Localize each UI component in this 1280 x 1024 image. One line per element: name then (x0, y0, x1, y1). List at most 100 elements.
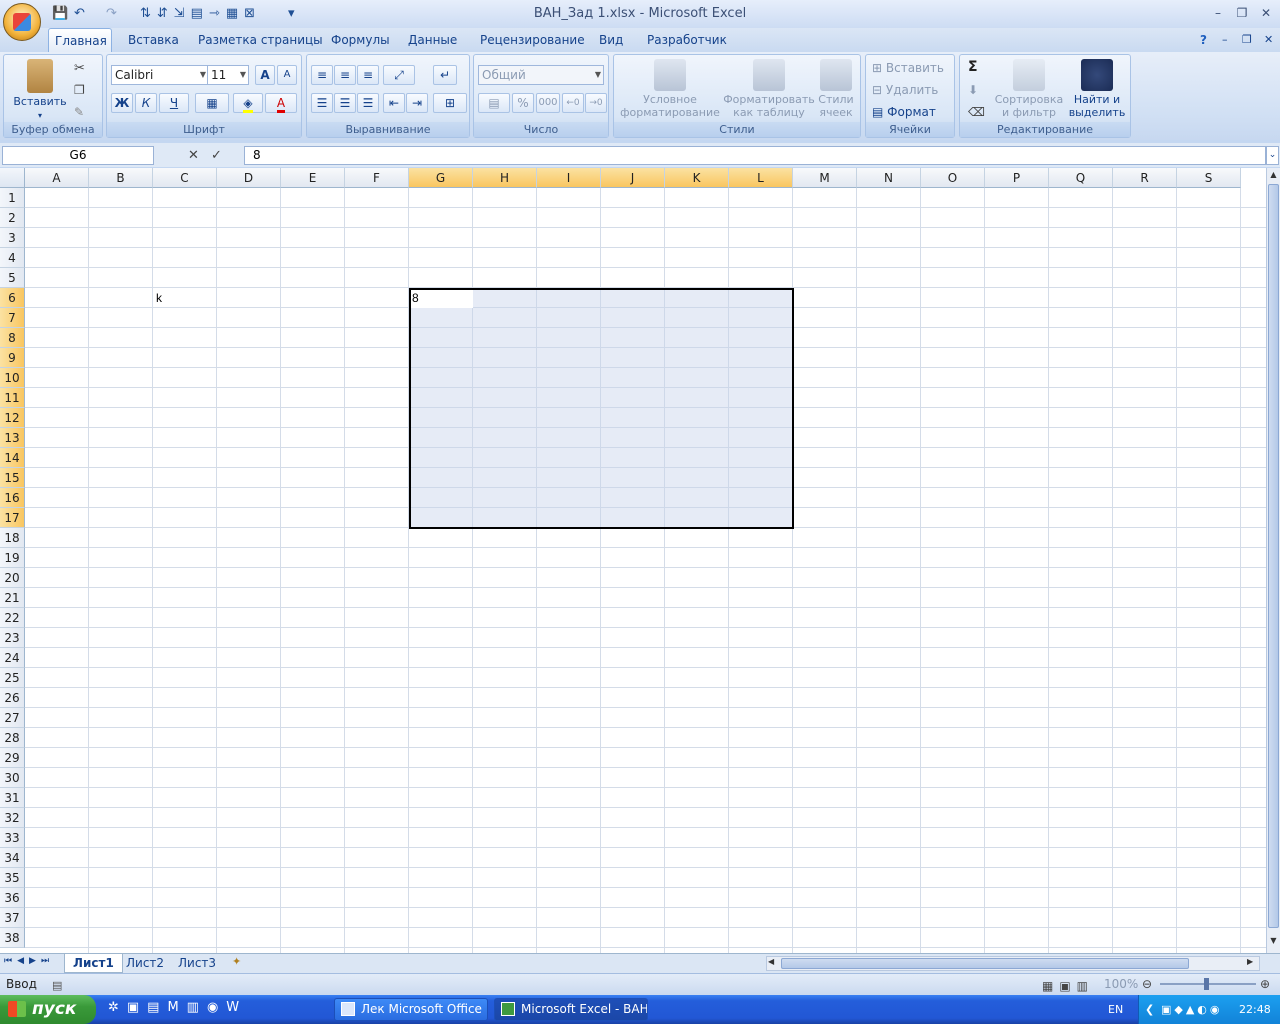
scroll-right-icon[interactable]: ▶ (1247, 957, 1253, 966)
tray-expand-icon[interactable]: ❮ (1145, 995, 1154, 1024)
zoom-level[interactable]: 100% (1104, 974, 1138, 994)
select-all-corner[interactable] (0, 168, 25, 188)
doc-close-button[interactable]: ✕ (1258, 28, 1279, 52)
macro-record-icon[interactable]: ▤ (52, 976, 62, 996)
cancel-icon[interactable]: ✕ (188, 148, 199, 163)
scroll-left-icon[interactable]: ◀ (768, 957, 774, 966)
delete-cells-button[interactable]: ⊟ Удалить (872, 83, 938, 97)
sheet-tab-2[interactable]: Лист2 (118, 954, 172, 973)
row-header-28[interactable]: 28 (0, 728, 25, 748)
sheet-tab-1[interactable]: Лист1 (64, 954, 123, 973)
vertical-scrollbar[interactable]: ▲ ▼ (1266, 168, 1280, 953)
decrease-indent-button[interactable]: ⇤ (383, 93, 405, 113)
font-color-button[interactable]: A (265, 93, 297, 113)
row-header-35[interactable]: 35 (0, 868, 25, 888)
row-header-33[interactable]: 33 (0, 828, 25, 848)
column-header-l[interactable]: L (729, 168, 793, 188)
row-header-37[interactable]: 37 (0, 908, 25, 928)
start-button[interactable]: пуск (0, 995, 96, 1024)
column-header-e[interactable]: E (281, 168, 345, 188)
tab-insert[interactable]: Вставка (122, 28, 185, 52)
redo-icon[interactable]: ↷ (106, 5, 117, 23)
insert-sheet-icon[interactable]: ✦ (232, 955, 241, 968)
row-header-9[interactable]: 9 (0, 348, 25, 368)
autosum-button[interactable]: Σ (968, 59, 978, 75)
row-header-12[interactable]: 12 (0, 408, 25, 428)
undo-icon[interactable]: ↶ (74, 5, 85, 23)
qat-customize-icon[interactable]: ▾ (288, 5, 295, 23)
decrease-decimal-button[interactable]: →0 (585, 93, 607, 113)
row-header-20[interactable]: 20 (0, 568, 25, 588)
row-header-34[interactable]: 34 (0, 848, 25, 868)
row-header-24[interactable]: 24 (0, 648, 25, 668)
row-header-7[interactable]: 7 (0, 308, 25, 328)
formula-input[interactable]: 8 (244, 146, 1266, 165)
zoom-slider-thumb[interactable] (1204, 978, 1209, 990)
qat-sort-icons[interactable]: ⇅⇵⇲▤⇾▦⊠ (140, 5, 261, 23)
column-header-d[interactable]: D (217, 168, 281, 188)
row-header-14[interactable]: 14 (0, 448, 25, 468)
format-as-table-button[interactable]: Форматировать как таблицу (722, 59, 816, 119)
row-header-21[interactable]: 21 (0, 588, 25, 608)
minimize-button[interactable]: – (1207, 5, 1229, 21)
format-painter-icon[interactable]: ✎ (74, 105, 84, 119)
horizontal-scrollbar[interactable]: ◀ ▶ (766, 956, 1260, 971)
row-header-19[interactable]: 19 (0, 548, 25, 568)
column-header-a[interactable]: A (25, 168, 89, 188)
doc-restore-button[interactable]: ❐ (1236, 28, 1258, 52)
row-header-22[interactable]: 22 (0, 608, 25, 628)
align-top-button[interactable]: ≡ (311, 65, 333, 85)
tab-formulas[interactable]: Формулы (325, 28, 396, 52)
vertical-scroll-thumb[interactable] (1268, 184, 1279, 928)
column-header-n[interactable]: N (857, 168, 921, 188)
row-header-3[interactable]: 3 (0, 228, 25, 248)
row-header-18[interactable]: 18 (0, 528, 25, 548)
row-header-5[interactable]: 5 (0, 268, 25, 288)
row-header-32[interactable]: 32 (0, 808, 25, 828)
expand-formula-bar-button[interactable]: ⌄ (1266, 146, 1279, 165)
currency-button[interactable]: ▤ (478, 93, 510, 113)
column-header-c[interactable]: C (153, 168, 217, 188)
name-box[interactable]: G6 (2, 146, 154, 165)
row-header-11[interactable]: 11 (0, 388, 25, 408)
sort-filter-button[interactable]: Сортировка и фильтр (994, 59, 1064, 119)
shrink-font-button[interactable]: A (277, 65, 297, 85)
row-header-16[interactable]: 16 (0, 488, 25, 508)
bold-button[interactable]: Ж (111, 93, 133, 113)
insert-cells-button[interactable]: ⊞ Вставить (872, 61, 944, 75)
fill-color-button[interactable]: ◈ (233, 93, 263, 113)
increase-decimal-button[interactable]: ←0 (562, 93, 584, 113)
tab-review[interactable]: Рецензирование (474, 28, 591, 52)
conditional-formatting-button[interactable]: Условное форматирование (618, 59, 722, 119)
taskbar-item-word[interactable]: Лек Microsoft Office ... (334, 998, 488, 1021)
borders-button[interactable]: ▦ (195, 93, 229, 113)
merge-center-button[interactable]: ⊞ (433, 93, 467, 113)
restore-button[interactable]: ❐ (1231, 5, 1253, 21)
save-icon[interactable]: 💾 (52, 5, 68, 23)
copy-icon[interactable]: ❐ (74, 83, 85, 97)
tab-page-layout[interactable]: Разметка страницы (192, 28, 329, 52)
row-header-13[interactable]: 13 (0, 428, 25, 448)
thousands-button[interactable]: 000 (536, 93, 560, 113)
row-header-30[interactable]: 30 (0, 768, 25, 788)
column-header-i[interactable]: I (537, 168, 601, 188)
italic-button[interactable]: К (135, 93, 157, 113)
tab-data[interactable]: Данные (402, 28, 463, 52)
format-cells-button[interactable]: ▤ Формат (872, 105, 936, 119)
scroll-up-icon[interactable]: ▲ (1268, 170, 1279, 184)
column-header-h[interactable]: H (473, 168, 537, 188)
worksheet-grid[interactable]: ABCDEFGHIJKLMNOPQRS 1 2 3 4 5 6 7 8 9 10 11 12 13 14 1… (0, 168, 1266, 953)
row-header-31[interactable]: 31 (0, 788, 25, 808)
language-indicator[interactable]: EN (1108, 995, 1123, 1024)
fill-icon[interactable]: ⬇ (968, 83, 978, 97)
align-left-button[interactable]: ☰ (311, 93, 333, 113)
close-button[interactable]: ✕ (1255, 5, 1277, 21)
cut-icon[interactable]: ✂ (74, 61, 85, 76)
align-middle-button[interactable]: ≡ (334, 65, 356, 85)
column-header-o[interactable]: O (921, 168, 985, 188)
row-header-2[interactable]: 2 (0, 208, 25, 228)
row-header-29[interactable]: 29 (0, 748, 25, 768)
selected-range[interactable] (409, 288, 794, 529)
row-header-8[interactable]: 8 (0, 328, 25, 348)
row-header-38[interactable]: 38 (0, 928, 25, 948)
